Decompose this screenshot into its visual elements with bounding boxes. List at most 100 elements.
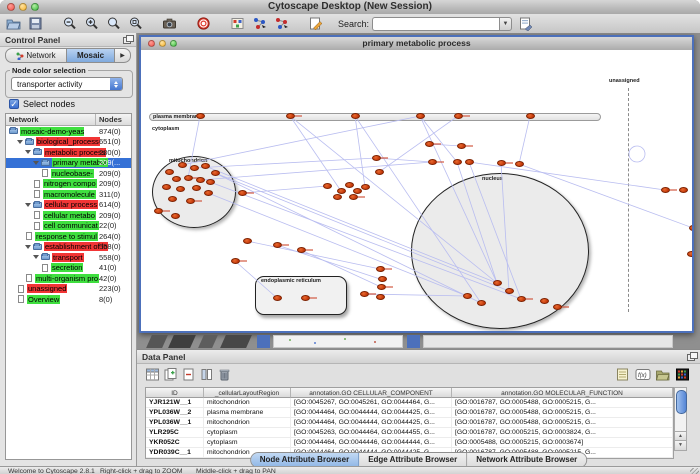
network-node[interactable] — [361, 184, 370, 190]
column-header[interactable]: annotation.GO MOLECULAR_FUNCTION — [452, 388, 673, 398]
network-node[interactable] — [204, 190, 213, 196]
table-cell[interactable]: YLR295C — [146, 428, 204, 437]
network-node[interactable] — [297, 247, 306, 253]
network-node[interactable] — [192, 185, 201, 191]
network-node[interactable] — [333, 194, 342, 200]
network-edge[interactable] — [519, 116, 530, 164]
network-edge[interactable] — [457, 162, 497, 283]
network-edge[interactable] — [242, 186, 327, 193]
tab-network-attribute-browser[interactable]: Network Attribute Browser — [467, 453, 586, 467]
network-node[interactable] — [178, 162, 187, 168]
table-row[interactable]: YLR295Ccytoplasm[GO:0045263, GO:0044464,… — [146, 428, 673, 438]
network-node[interactable] — [679, 187, 688, 193]
network-node[interactable] — [515, 161, 524, 167]
network-node[interactable] — [168, 196, 177, 202]
float-panel-icon[interactable] — [123, 35, 132, 43]
network-node[interactable] — [231, 258, 240, 264]
network-node[interactable] — [172, 176, 181, 182]
network-node[interactable] — [416, 113, 425, 119]
tree-row[interactable]: primary metabol209(... — [6, 158, 131, 169]
scrollbar-thumb[interactable] — [676, 390, 687, 414]
table-cell[interactable]: [GO:0016787, GO:0005488, GO:0005215, G..… — [452, 408, 673, 417]
node-color-dropdown[interactable]: transporter activity — [11, 77, 123, 91]
expand-triangle-icon[interactable] — [17, 140, 23, 144]
tree-row[interactable]: secretion41(0) — [6, 263, 131, 274]
tree-header-network[interactable]: Network — [6, 114, 96, 125]
tree-row[interactable]: cellular process614(0) — [6, 200, 131, 211]
tree-row[interactable]: unassigned223(0) — [6, 284, 131, 295]
filter-icon[interactable] — [517, 15, 534, 32]
expand-triangle-icon[interactable] — [25, 245, 31, 249]
zoom-in-icon[interactable] — [83, 15, 100, 32]
network-node[interactable] — [553, 304, 562, 310]
import-folder-icon[interactable] — [655, 367, 671, 383]
network-node[interactable] — [286, 113, 295, 119]
network-node[interactable] — [196, 113, 205, 119]
vizmapper-icon[interactable] — [229, 15, 246, 32]
network-node[interactable] — [661, 187, 670, 193]
tree-row[interactable]: response to stimul264(0) — [6, 231, 131, 242]
network-node[interactable] — [517, 296, 526, 302]
open-file-icon[interactable] — [5, 15, 22, 32]
tree-row[interactable]: macromolecule311(0) — [6, 189, 131, 200]
zoom-out-icon[interactable] — [61, 15, 78, 32]
table-cell[interactable]: [GO:0044464, GO:0044444, GO:0044425, G..… — [291, 408, 452, 417]
table-cell[interactable]: YPL036W__2 — [146, 408, 204, 417]
network-node[interactable] — [454, 113, 463, 119]
trash-icon[interactable] — [217, 367, 233, 383]
network-node[interactable] — [457, 143, 466, 149]
network-node[interactable] — [301, 295, 310, 301]
search-input[interactable] — [372, 17, 499, 31]
table-cell[interactable]: [GO:0005488, GO:0005215, GO:0003674] — [452, 438, 673, 447]
network-node[interactable] — [540, 298, 549, 304]
table-cell[interactable]: mitochondrion — [204, 398, 291, 407]
tree-row[interactable]: mosaic-demo-yeast874(0) — [6, 126, 131, 137]
network-edge[interactable] — [469, 162, 665, 190]
table-cell[interactable]: mitochondrion — [204, 418, 291, 427]
network-node[interactable] — [206, 179, 215, 185]
network-edge[interactable] — [200, 162, 432, 180]
expand-triangle-icon[interactable] — [33, 255, 39, 259]
network-edge[interactable] — [379, 116, 458, 172]
table-cell[interactable]: cytoplasm — [204, 438, 291, 447]
scroll-down-arrow[interactable]: ▼ — [675, 440, 686, 450]
network-node[interactable] — [201, 163, 210, 169]
table-cell[interactable]: YJR121W__1 — [146, 398, 204, 407]
table-cell[interactable]: [GO:0044464, GO:0044446, GO:0044444, G..… — [291, 438, 452, 447]
network-edge[interactable] — [277, 245, 380, 279]
matrix-icon[interactable] — [675, 367, 691, 383]
expand-triangle-icon[interactable] — [25, 203, 31, 207]
network-node[interactable] — [162, 184, 171, 190]
tree-row[interactable]: metabolic process280(0) — [6, 147, 131, 158]
network-edge[interactable] — [210, 182, 521, 299]
network-node[interactable] — [190, 165, 199, 171]
table-row[interactable]: YPL036W__1mitochondrion[GO:0044464, GO:0… — [146, 418, 673, 428]
network-node[interactable] — [477, 300, 486, 306]
tree-row[interactable]: cellular metabo209(0) — [6, 210, 131, 221]
resize-grip[interactable] — [690, 468, 699, 474]
table-cell[interactable]: YPL036W__1 — [146, 418, 204, 427]
network-node[interactable] — [351, 113, 360, 119]
network-edge[interactable] — [355, 116, 365, 187]
network-edge[interactable] — [301, 250, 381, 287]
formula-icon[interactable]: f(x) — [635, 367, 651, 383]
tab-mosaic[interactable]: Mosaic — [67, 48, 115, 63]
notes-icon[interactable] — [615, 367, 631, 383]
network-node[interactable] — [238, 190, 247, 196]
network-node[interactable] — [165, 169, 174, 175]
network-node[interactable] — [345, 182, 354, 188]
annotation-icon[interactable] — [307, 15, 324, 32]
network-node[interactable] — [377, 284, 386, 290]
table-row[interactable]: YJR121W__1mitochondrion[GO:0045267, GO:0… — [146, 398, 673, 408]
tree-row[interactable]: multi-organism pro42(0) — [6, 273, 131, 284]
network-edge[interactable] — [247, 241, 380, 269]
network-node[interactable] — [687, 251, 693, 257]
network-canvas[interactable]: plasma membranecytoplasmmitochondrionnuc… — [141, 50, 692, 331]
network-edge[interactable] — [235, 261, 277, 298]
column-header[interactable]: annotation.GO CELLULAR_COMPONENT — [291, 388, 452, 398]
network-node[interactable] — [154, 208, 163, 214]
float-panel-icon[interactable] — [687, 352, 696, 360]
network-node[interactable] — [428, 159, 437, 165]
network-window-titlebar[interactable]: primary metabolic process — [141, 37, 692, 51]
search-dropdown-arrow[interactable]: ▼ — [499, 17, 512, 31]
